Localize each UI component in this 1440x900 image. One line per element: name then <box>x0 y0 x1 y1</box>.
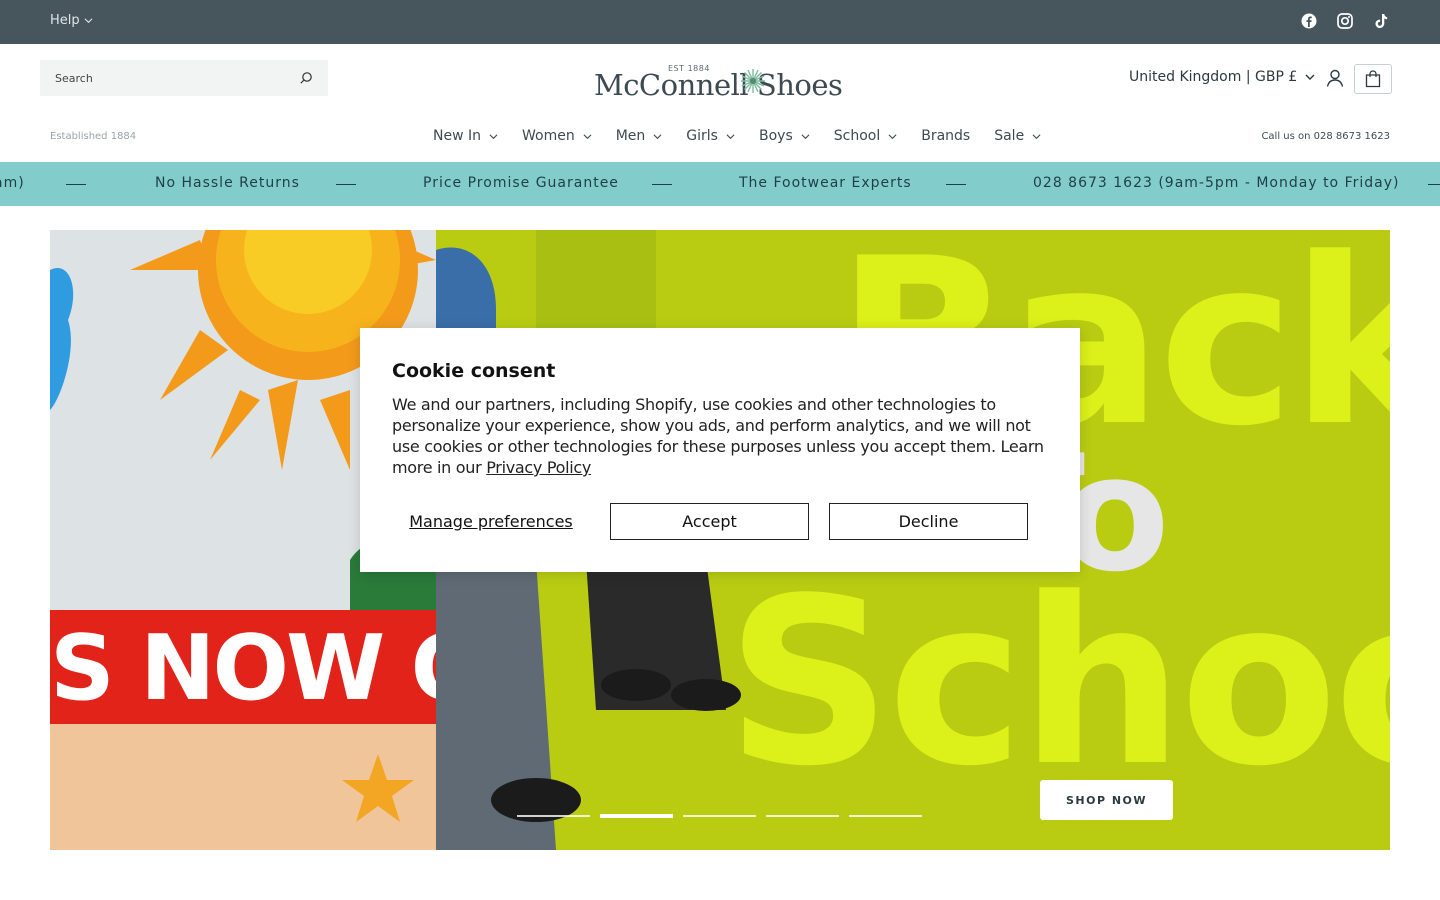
slide-dot-5[interactable] <box>849 815 922 817</box>
decline-button[interactable]: Decline <box>829 503 1028 540</box>
cart-button[interactable] <box>1354 64 1392 94</box>
nav-item-label: Boys <box>758 128 793 144</box>
chevron-down-icon <box>888 133 897 139</box>
marquee-divider <box>336 184 356 185</box>
chevron-down-icon <box>726 133 735 139</box>
region-selector[interactable]: United Kingdom | GBP £ <box>1129 69 1315 85</box>
cookie-consent-dialog: Cookie consent We and our partners, incl… <box>360 328 1080 572</box>
announcement-marquee: am) No Hassle Returns Price Promise Guar… <box>0 162 1440 206</box>
social-links <box>1300 12 1390 30</box>
search-icon[interactable] <box>299 71 313 85</box>
facebook-icon[interactable] <box>1300 12 1318 30</box>
chevron-down-icon <box>84 18 93 24</box>
shop-now-button[interactable]: SHOP NOW <box>1040 780 1173 820</box>
top-bar: Help <box>0 0 1440 44</box>
site-logo[interactable]: EST 1884 McConnell Shoes <box>594 62 848 102</box>
help-menu[interactable]: Help <box>50 13 93 28</box>
chevron-down-icon <box>583 133 592 139</box>
nav-item-label: New In <box>433 128 481 144</box>
region-label: United Kingdom | GBP £ <box>1129 69 1298 85</box>
cookie-title: Cookie consent <box>392 360 556 382</box>
chevron-down-icon <box>1032 133 1041 139</box>
chevron-down-icon <box>489 133 498 139</box>
manage-preferences-button[interactable]: Manage preferences <box>392 503 590 540</box>
marquee-divider <box>66 184 86 185</box>
slide-dot-2[interactable] <box>600 814 673 818</box>
marquee-item: 028 8673 1623 (9am-5pm - Monday to Frida… <box>1033 175 1400 191</box>
search-box <box>40 60 328 96</box>
marquee-divider <box>652 184 672 185</box>
cookie-body: We and our partners, including Shopify, … <box>392 394 1048 478</box>
slide-dot-3[interactable] <box>683 815 756 817</box>
nav-item-label: Women <box>522 128 575 144</box>
marquee-divider <box>946 184 966 185</box>
logo-name: McConnell Shoes <box>594 68 843 102</box>
nav-item-women[interactable]: Women <box>522 128 592 144</box>
help-label: Help <box>50 13 80 28</box>
nav-item-girls[interactable]: Girls <box>686 128 735 144</box>
marquee-item: No Hassle Returns <box>155 175 300 191</box>
nav-item-school[interactable]: School <box>834 128 897 144</box>
nav-item-label: Men <box>615 128 646 144</box>
account-icon[interactable] <box>1325 68 1345 88</box>
tiktok-icon[interactable] <box>1372 12 1390 30</box>
slide-indicators <box>517 814 922 818</box>
accept-button[interactable]: Accept <box>610 503 809 540</box>
nav-item-label: Girls <box>686 128 718 144</box>
chevron-down-icon <box>653 133 662 139</box>
slide-dot-1[interactable] <box>517 815 590 817</box>
nav-item-label: School <box>833 128 881 144</box>
marquee-item: am) <box>0 175 25 191</box>
main-nav: New In Women Men Girls Boys School Brand… <box>433 128 1065 144</box>
nav-item-boys[interactable]: Boys <box>759 128 810 144</box>
instagram-icon[interactable] <box>1336 12 1354 30</box>
slide-dot-4[interactable] <box>766 815 839 817</box>
flower-logo-icon <box>741 69 765 93</box>
nav-item-label: Sale <box>994 128 1025 144</box>
privacy-policy-link[interactable]: Privacy Policy <box>486 458 591 477</box>
shopping-bag-icon <box>1365 70 1381 88</box>
search-input[interactable] <box>55 71 299 85</box>
nav-item-men[interactable]: Men <box>616 128 663 144</box>
starfish-icon <box>342 754 414 822</box>
established-text: Established 1884 <box>50 131 137 142</box>
hero-word-school: School <box>726 550 1390 817</box>
chevron-down-icon <box>801 133 810 139</box>
banner-text: S NOW O <box>50 616 436 721</box>
marquee-item: Price Promise Guarantee <box>423 175 619 191</box>
nav-item-label: Brands <box>921 128 971 144</box>
nav-item-brands[interactable]: Brands <box>921 128 970 144</box>
chevron-down-icon <box>1305 74 1315 80</box>
call-us-text: Call us on 028 8673 1623 <box>1261 131 1390 142</box>
nav-item-new-in[interactable]: New In <box>433 128 498 144</box>
marquee-item: The Footwear Experts <box>739 175 912 191</box>
marquee-divider <box>1428 184 1440 185</box>
nav-item-sale[interactable]: Sale <box>994 128 1041 144</box>
